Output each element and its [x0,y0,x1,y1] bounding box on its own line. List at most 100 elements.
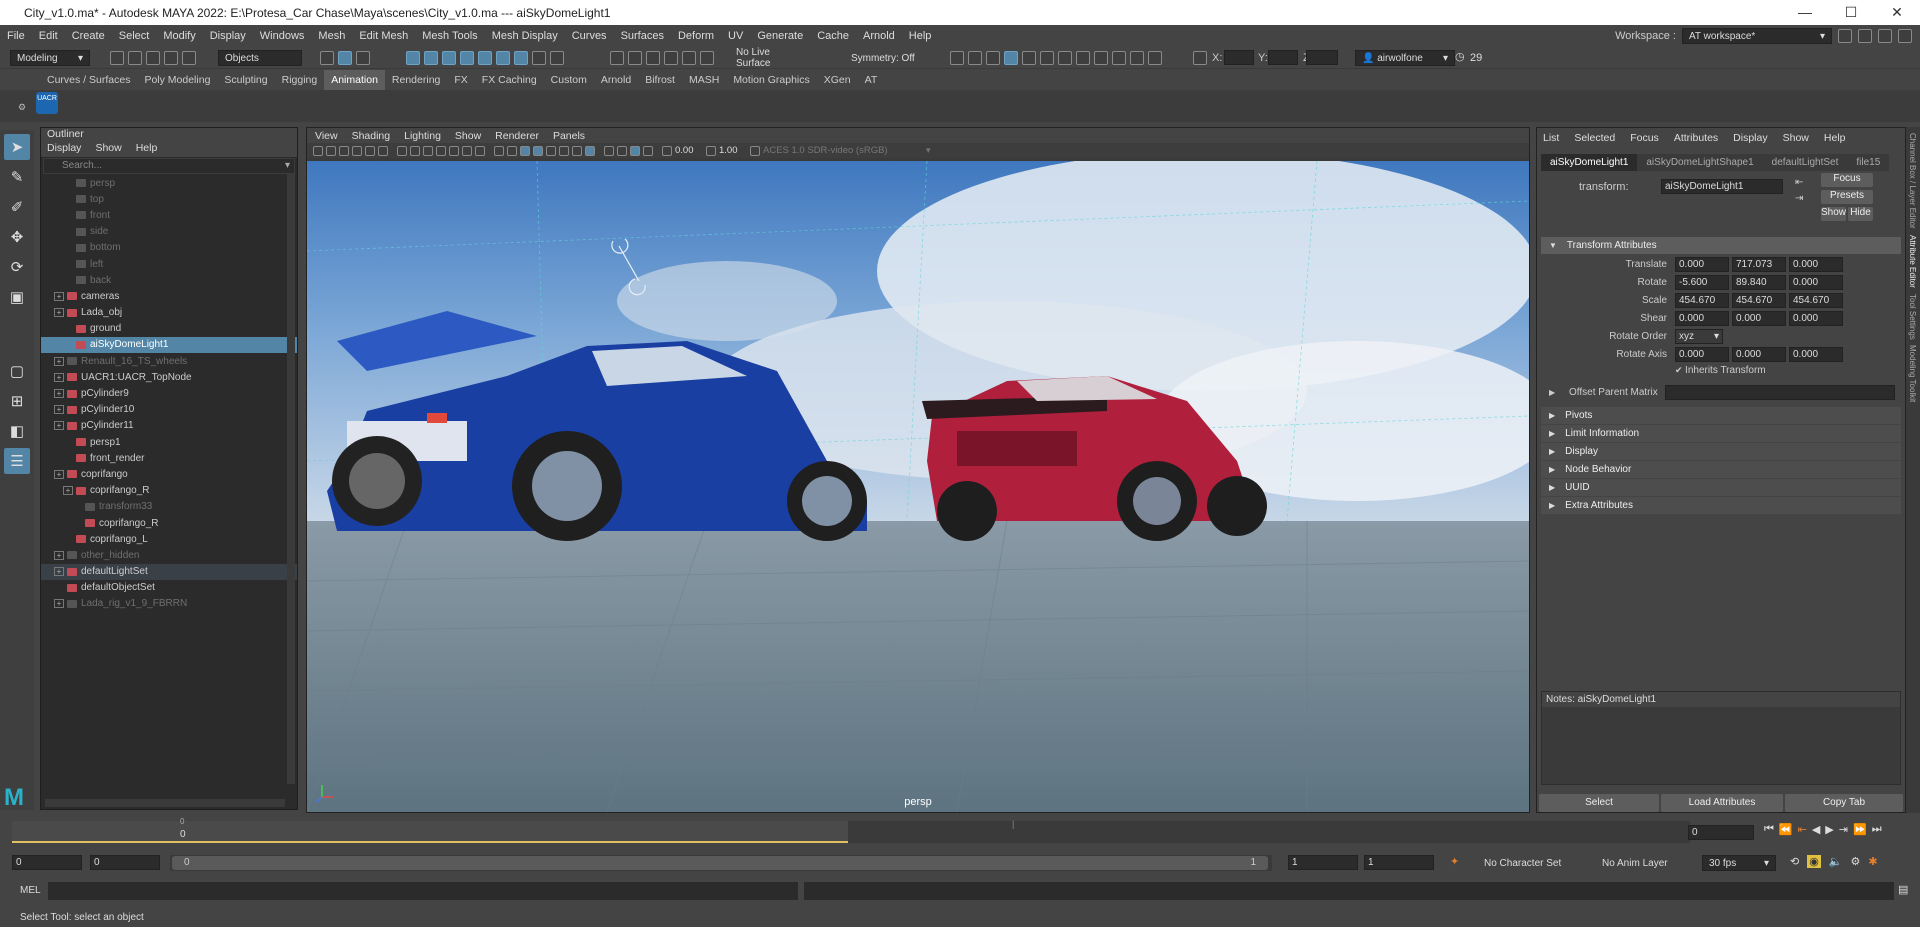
mask-surfaces-icon[interactable] [460,51,474,65]
snap-live-icon[interactable] [700,51,714,65]
redo-icon[interactable] [182,51,196,65]
hud-icon[interactable] [643,145,653,156]
image-plane-icon[interactable] [352,145,362,156]
arnold-ipr-icon[interactable] [1112,51,1126,65]
expand-icon[interactable]: + [54,567,64,577]
expand-icon[interactable]: + [54,308,64,318]
xray-joints-icon[interactable] [617,145,627,156]
shelf-tab-motion-graphics[interactable]: Motion Graphics [726,70,816,90]
expand-icon[interactable]: + [54,356,64,366]
section-display[interactable]: ▶ Display [1541,443,1901,460]
hide-button[interactable]: Hide [1848,207,1873,221]
hypershade-icon[interactable] [1076,51,1090,65]
outliner-item[interactable]: + pCylinder9 [41,385,297,401]
section-uuid[interactable]: ▶ UUID [1541,479,1901,496]
shelf-tab-fx-caching[interactable]: FX Caching [475,70,544,90]
render-frame-icon[interactable] [1022,51,1036,65]
pause-icon[interactable] [1148,51,1162,65]
lasso-tool-icon[interactable]: ✎ [4,164,30,190]
ae-tab[interactable]: defaultLightSet [1762,154,1848,171]
ae-menu-help[interactable]: Help [1824,132,1846,144]
outliner-item[interactable]: back [41,272,297,288]
menu-select[interactable]: Select [112,30,157,42]
workspace-dropdown[interactable]: AT workspace* ▾ [1682,28,1832,44]
shelf-tab-at[interactable]: AT [858,70,885,90]
playback-end-field[interactable]: 1 [1288,855,1358,870]
outliner-item[interactable]: + pCylinder10 [41,402,297,418]
outliner-item[interactable]: defaultObjectSet [41,580,297,596]
use-lights-icon[interactable] [533,145,543,156]
script-editor-icon[interactable]: ▤ [1898,883,1908,896]
transform-attributes-section[interactable]: ▼ Transform Attributes [1541,237,1901,254]
rotate-order-dropdown[interactable]: xyz ▾ [1675,328,1723,344]
menu-display[interactable]: Display [203,30,253,42]
chevron-down-icon[interactable]: ▾ [926,145,931,156]
undo-icon[interactable] [164,51,178,65]
mask-curves-icon[interactable] [442,51,456,65]
fps-dropdown[interactable]: 30 fps ▾ [1702,855,1776,871]
viewport-menu-renderer[interactable]: Renderer [495,130,539,142]
menu-edit[interactable]: Edit [32,30,65,42]
snap-point-icon[interactable] [646,51,660,65]
outliner-item[interactable]: + other_hidden [41,547,297,563]
symmetry-dropdown[interactable]: Symmetry: Off [845,50,925,66]
snap-grid-icon[interactable] [610,51,624,65]
bookmark-icon[interactable] [339,145,349,156]
shelf-gear-icon[interactable]: ⚙ [18,102,26,113]
menu-curves[interactable]: Curves [565,30,614,42]
next-key-icon[interactable]: ⇥ [1839,823,1848,836]
render-view-icon[interactable] [1004,51,1018,65]
cache-icon[interactable]: ◉ [1807,855,1821,868]
rotate-z-field[interactable]: 0.000 [1789,274,1843,290]
x-field[interactable] [1224,50,1254,65]
shelf-tab-custom[interactable]: Custom [544,70,594,90]
expand-icon[interactable]: + [54,291,64,301]
colorspace-dropdown[interactable]: ACES 1.0 SDR-video (sRGB) [763,145,923,156]
menu-deform[interactable]: Deform [671,30,721,42]
menu-uv[interactable]: UV [721,30,750,42]
shelf-tab-fx[interactable]: FX [447,70,474,90]
isolate-icon[interactable] [585,145,595,156]
inherits-checkbox[interactable]: ✔ [1675,365,1685,376]
expand-icon[interactable]: + [54,469,64,479]
menu-surfaces[interactable]: Surfaces [614,30,671,42]
live-surface-field[interactable]: No Live Surface [730,47,810,69]
arnold-render-icon[interactable] [1094,51,1108,65]
notes-area[interactable]: Notes: aiSkyDomeLight1 [1541,691,1901,785]
outliner-item[interactable]: + coprifango [41,466,297,482]
clock-icon[interactable]: ◷ [1455,50,1465,63]
outliner-menu-help[interactable]: Help [136,142,158,157]
select-tool-icon[interactable]: ➤ [4,134,30,160]
shear-z-field[interactable]: 0.000 [1789,310,1843,326]
menu-windows[interactable]: Windows [253,30,312,42]
outliner-item[interactable]: + Lada_rig_v1_9_FBRRN [41,596,297,612]
playback-start-field[interactable]: 0 [90,855,160,870]
translate-x-field[interactable]: 0.000 [1675,256,1729,272]
mask-handles-icon[interactable] [406,51,420,65]
menu-cache[interactable]: Cache [810,30,856,42]
ae-menu-attributes[interactable]: Attributes [1674,132,1718,144]
shelf-tab-curves-surfaces[interactable]: Curves / Surfaces [40,70,137,90]
outliner-item[interactable]: aiSkyDomeLight1 [41,336,297,354]
outliner-item[interactable]: left [41,256,297,272]
selection-mode-dropdown[interactable]: Objects [218,50,302,66]
section-extra-attributes[interactable]: ▶ Extra Attributes [1541,497,1901,514]
mask-render-icon[interactable] [514,51,528,65]
rotate-y-field[interactable]: 89.840 [1732,274,1786,290]
menu-help[interactable]: Help [902,30,939,42]
outliner-item[interactable]: + Lada_obj [41,305,297,321]
play-forward-icon[interactable]: ▶ [1825,823,1833,836]
exposure-value[interactable]: 0.00 [675,145,703,156]
shear-x-field[interactable]: 0.000 [1675,310,1729,326]
shelf-tab-mash[interactable]: MASH [682,70,726,90]
outliner-item[interactable]: + Renault_16_TS_wheels [41,353,297,369]
character-set-dropdown[interactable]: No Character Set [1478,855,1578,871]
menu-mesh[interactable]: Mesh [311,30,352,42]
exposure-icon[interactable] [662,145,672,156]
copy-tab-button[interactable]: Copy Tab [1785,794,1903,812]
settings-icon[interactable] [1898,29,1912,43]
translate-y-field[interactable]: 717.073 [1732,256,1786,272]
hierarchy-mode-icon[interactable] [320,51,334,65]
highlight-icon[interactable] [550,51,564,65]
shelf-tab-sculpting[interactable]: Sculpting [217,70,274,90]
